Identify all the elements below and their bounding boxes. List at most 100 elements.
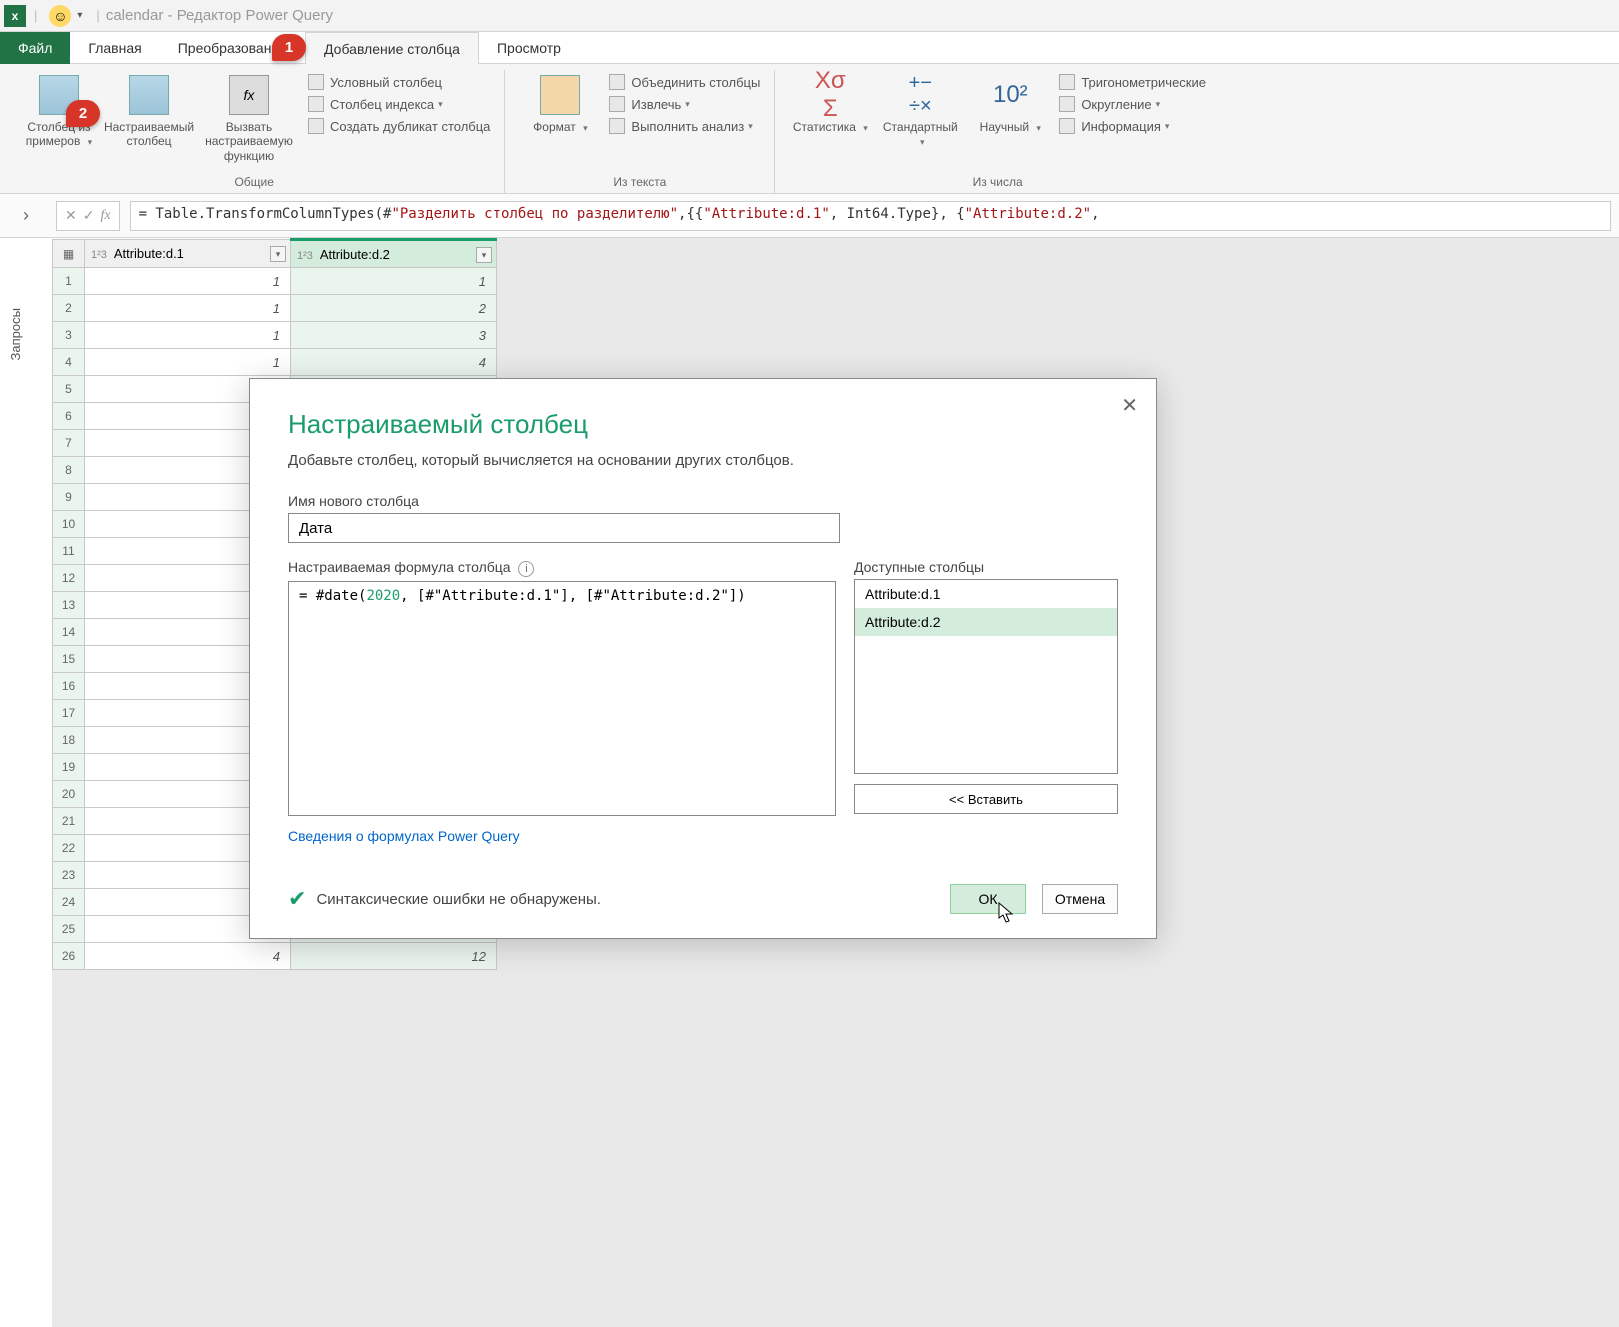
pq-formula-help-link[interactable]: Сведения о формулах Power Query <box>288 828 520 844</box>
table-corner[interactable]: ▦ <box>53 240 85 268</box>
row-number[interactable]: 23 <box>53 862 85 889</box>
column-header[interactable]: 1²3 Attribute:d.1 ▾ <box>85 240 291 268</box>
row-number[interactable]: 25 <box>53 916 85 943</box>
ribbon-group-label: Из числа <box>785 171 1210 193</box>
new-column-name-input[interactable] <box>288 513 840 543</box>
cell[interactable]: 1 <box>85 322 291 349</box>
index-column-button[interactable]: Столбец индекса ▾ <box>308 96 490 112</box>
filter-dropdown-icon[interactable]: ▾ <box>270 246 286 262</box>
new-column-name-label: Имя нового столбца <box>288 493 1118 509</box>
column-header[interactable]: 1²3 Attribute:d.2 ▾ <box>291 240 497 268</box>
row-number[interactable]: 7 <box>53 430 85 457</box>
custom-column-button[interactable]: Настраиваемый столбец <box>104 70 194 149</box>
table-row[interactable]: 111 <box>53 268 497 295</box>
accept-formula-icon[interactable]: ✓ <box>83 207 95 224</box>
cancel-formula-icon[interactable]: ✕ <box>65 207 77 224</box>
row-number[interactable]: 19 <box>53 754 85 781</box>
table-row[interactable]: 414 <box>53 349 497 376</box>
cell[interactable]: 1 <box>85 349 291 376</box>
scientific-button[interactable]: 10² Научный ▾ <box>965 70 1055 134</box>
format-button[interactable]: Формат ▾ <box>515 70 605 134</box>
row-number[interactable]: 22 <box>53 835 85 862</box>
available-column-item[interactable]: Attribute:d.1 <box>855 580 1117 608</box>
duplicate-icon <box>308 118 324 134</box>
tab-home[interactable]: Главная <box>70 32 159 64</box>
row-number[interactable]: 14 <box>53 619 85 646</box>
row-number[interactable]: 18 <box>53 727 85 754</box>
row-number[interactable]: 11 <box>53 538 85 565</box>
insert-button[interactable]: << Вставить <box>854 784 1118 814</box>
cell[interactable]: 12 <box>291 943 497 970</box>
row-number[interactable]: 16 <box>53 673 85 700</box>
parse-button[interactable]: Выполнить анализ ▾ <box>609 118 760 134</box>
row-number[interactable]: 13 <box>53 592 85 619</box>
chevron-down-icon: ▾ <box>583 123 588 133</box>
trig-button[interactable]: Тригонометрические <box>1059 74 1206 90</box>
fx-icon[interactable]: fx <box>100 208 110 224</box>
info-icon[interactable]: i <box>518 561 534 577</box>
merge-columns-button[interactable]: Объединить столбцы <box>609 74 760 90</box>
row-number[interactable]: 8 <box>53 457 85 484</box>
available-column-item[interactable]: Attribute:d.2 <box>855 608 1117 636</box>
sigma-icon: ΧσΣ <box>809 74 851 116</box>
cell[interactable]: 4 <box>85 943 291 970</box>
standard-button[interactable]: +−÷× Стандартный ▾ <box>875 70 965 149</box>
table-row[interactable]: 212 <box>53 295 497 322</box>
cell[interactable]: 2 <box>291 295 497 322</box>
row-number[interactable]: 15 <box>53 646 85 673</box>
expand-panel-button[interactable]: › <box>0 194 52 237</box>
row-number[interactable]: 9 <box>53 484 85 511</box>
row-number[interactable]: 2 <box>53 295 85 322</box>
invoke-custom-function-button[interactable]: fx Вызвать настраиваемую функцию <box>194 70 304 163</box>
information-button[interactable]: Информация ▾ <box>1059 118 1206 134</box>
chevron-right-icon: › <box>23 205 29 226</box>
row-number[interactable]: 21 <box>53 808 85 835</box>
extract-button[interactable]: Извлечь ▾ <box>609 96 760 112</box>
ribbon-tabs: Файл Главная Преобразование Добавление с… <box>0 32 1619 64</box>
extract-icon <box>609 96 625 112</box>
formula-bar[interactable]: = Table.TransformColumnTypes(#"Разделить… <box>130 201 1611 231</box>
tab-view[interactable]: Просмотр <box>479 32 579 64</box>
cell[interactable]: 4 <box>291 349 497 376</box>
row-number[interactable]: 1 <box>53 268 85 295</box>
check-icon: ✔ <box>288 886 306 912</box>
row-number[interactable]: 6 <box>53 403 85 430</box>
row-number[interactable]: 4 <box>53 349 85 376</box>
row-number[interactable]: 12 <box>53 565 85 592</box>
row-number[interactable]: 20 <box>53 781 85 808</box>
row-number[interactable]: 26 <box>53 943 85 970</box>
table-row[interactable]: 26412 <box>53 943 497 970</box>
row-number[interactable]: 5 <box>53 376 85 403</box>
ribbon-group-label: Из текста <box>515 171 764 193</box>
formula-bar-area: › ✕ ✓ fx = Table.TransformColumnTypes(#"… <box>0 194 1619 238</box>
conditional-column-button[interactable]: Условный столбец <box>308 74 490 90</box>
cell[interactable]: 1 <box>291 268 497 295</box>
row-number[interactable]: 17 <box>53 700 85 727</box>
row-number[interactable]: 10 <box>53 511 85 538</box>
row-number[interactable]: 3 <box>53 322 85 349</box>
row-number[interactable]: 24 <box>53 889 85 916</box>
filter-dropdown-icon[interactable]: ▾ <box>476 247 492 263</box>
formula-editor[interactable]: = #date(2020, [#"Attribute:d.1"], [#"Att… <box>288 581 836 816</box>
ribbon-group-label: Общие <box>14 171 494 193</box>
rounding-button[interactable]: Округление ▾ <box>1059 96 1206 112</box>
statistics-button[interactable]: ΧσΣ Статистика ▾ <box>785 70 875 134</box>
cell[interactable]: 3 <box>291 322 497 349</box>
smiley-icon[interactable]: ☺ <box>49 5 71 27</box>
tab-file[interactable]: Файл <box>0 32 70 64</box>
chevron-down-icon: ▾ <box>685 99 690 110</box>
chevron-down-icon: ▾ <box>863 123 868 133</box>
cell[interactable]: 1 <box>85 295 291 322</box>
duplicate-column-button[interactable]: Создать дубликат столбца <box>308 118 490 134</box>
table-row[interactable]: 313 <box>53 322 497 349</box>
tab-add-column[interactable]: Добавление столбца <box>305 32 479 64</box>
cancel-button[interactable]: Отмена <box>1042 884 1118 914</box>
qat-dropdown-icon[interactable]: ▾ <box>77 10 82 21</box>
cell[interactable]: 1 <box>85 268 291 295</box>
cursor-icon <box>998 902 1016 924</box>
close-button[interactable]: ✕ <box>1121 393 1138 418</box>
parse-icon <box>609 118 625 134</box>
custom-column-dialog: ✕ Настраиваемый столбец Добавьте столбец… <box>249 378 1157 939</box>
dialog-subtitle: Добавьте столбец, который вычисляется на… <box>288 452 1118 469</box>
queries-panel-label[interactable]: Запросы <box>8 308 23 360</box>
